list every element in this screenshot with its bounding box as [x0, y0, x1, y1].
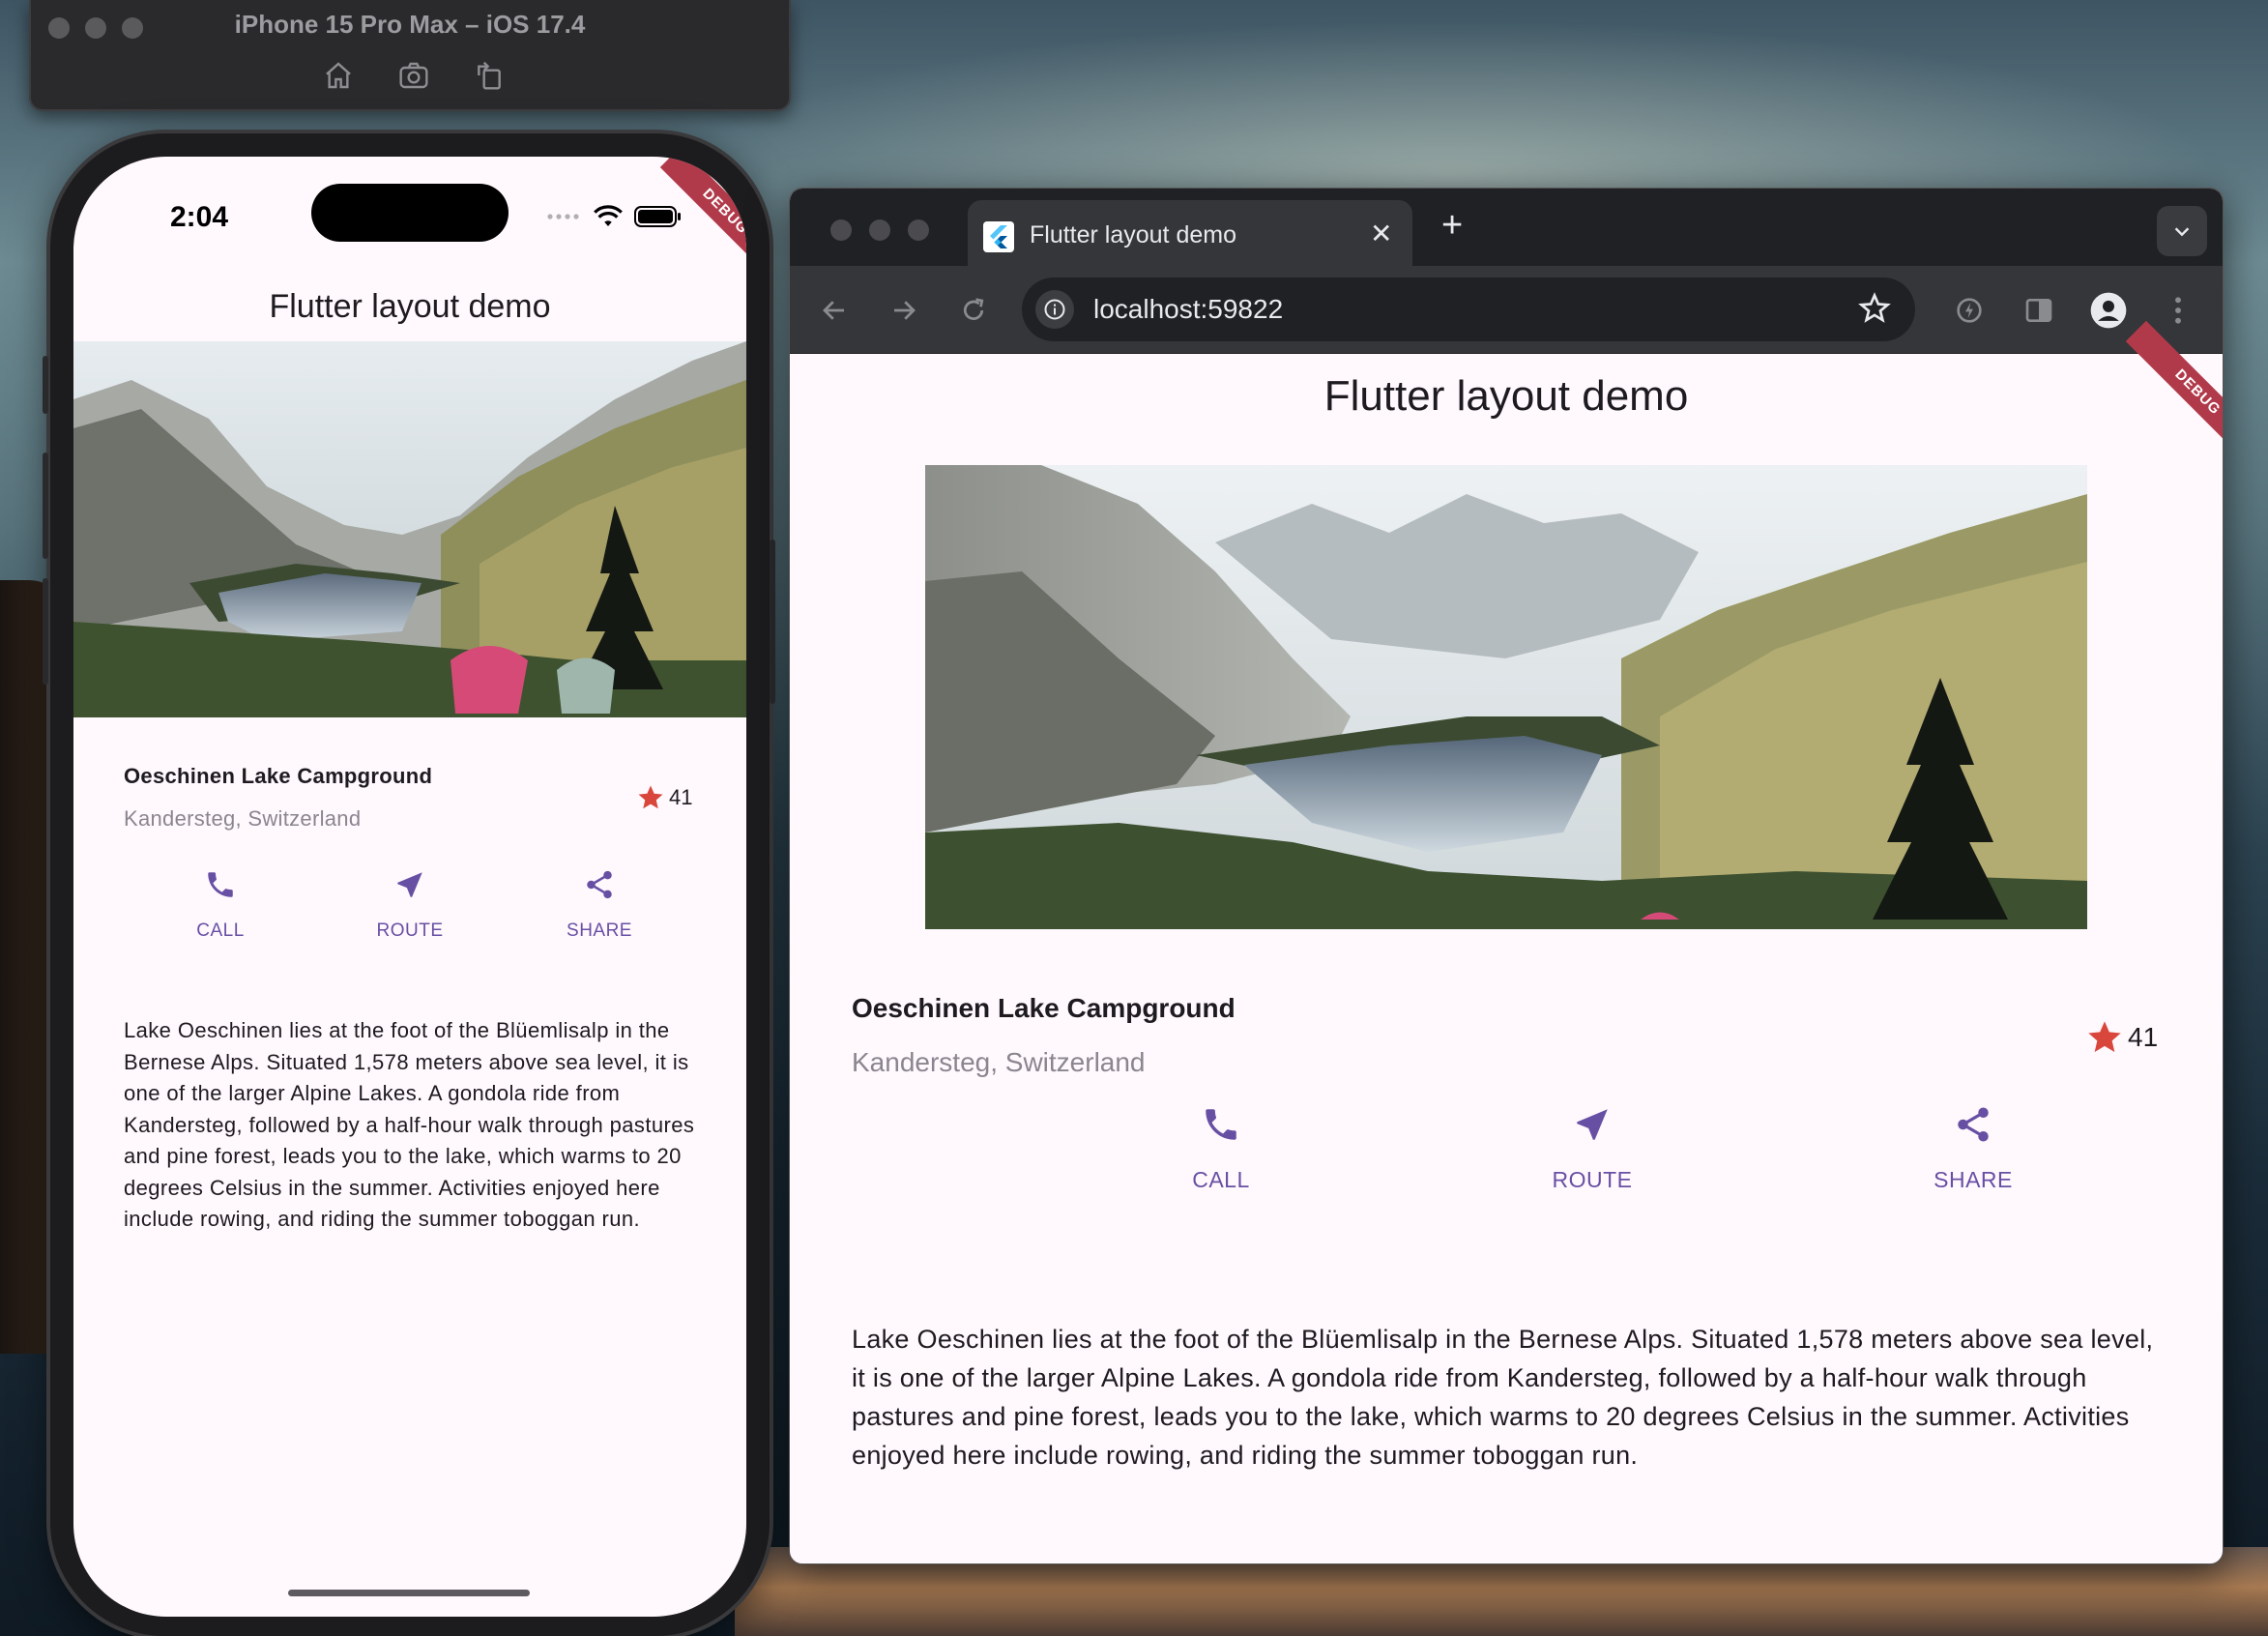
back-icon[interactable] [813, 289, 856, 332]
site-info-icon[interactable] [1035, 290, 1074, 329]
home-indicator[interactable] [288, 1590, 530, 1596]
favorite-widget[interactable]: 41 [2085, 1018, 2158, 1057]
favorite-count: 41 [2128, 1022, 2159, 1052]
tab-search-chevron-icon[interactable] [2157, 206, 2207, 256]
route-label: ROUTE [1552, 1167, 1633, 1192]
web-page: DEBUG Flutter layout demo Oeschinen Lake… [790, 320, 2223, 1563]
status-time: 2:04 [170, 201, 229, 233]
status-icons [547, 205, 683, 228]
signal-icon [547, 214, 579, 219]
app-bar-title: Flutter layout demo [269, 288, 551, 325]
favorite-widget[interactable]: 41 [636, 783, 692, 812]
volume-down-button [43, 578, 48, 685]
phone-icon [143, 862, 298, 907]
description-text: Lake Oeschinen lies at the foot of the B… [124, 1018, 695, 1231]
call-label: CALL [196, 920, 245, 941]
place-title: Oeschinen Lake Campground [124, 764, 433, 788]
call-label: CALL [1192, 1167, 1250, 1192]
zoom-window-button[interactable] [908, 219, 929, 241]
iphone-simulator: 2:04 DEBUG Flutter layout demo Oeschinen… [43, 133, 775, 1636]
performance-icon[interactable] [1948, 289, 1991, 332]
share-button[interactable]: SHARE [1876, 1097, 2070, 1193]
near-me-icon [333, 862, 487, 907]
phone-icon [1124, 1097, 1318, 1152]
tab-strip: Flutter layout demo ✕ + [790, 189, 2223, 268]
near-me-icon [1496, 1097, 1689, 1152]
lake-image [925, 465, 2087, 929]
tab-flutter-layout-demo[interactable]: Flutter layout demo ✕ [968, 200, 1412, 268]
browser-toolbar: localhost:59822 [790, 266, 2223, 354]
simulator-title: iPhone 15 Pro Max – iOS 17.4 [234, 10, 586, 39]
side-button [770, 540, 775, 704]
favorite-count: 41 [669, 785, 693, 809]
wifi-icon [594, 205, 623, 226]
place-subtitle: Kandersteg, Switzerland [852, 1047, 1146, 1077]
phone-screen: 2:04 DEBUG Flutter layout demo Oeschinen… [73, 157, 746, 1617]
route-button[interactable]: ROUTE [1496, 1097, 1689, 1193]
route-label: ROUTE [376, 920, 444, 941]
profile-avatar-icon[interactable] [2087, 289, 2130, 332]
star-icon[interactable] [636, 783, 665, 812]
share-icon [1876, 1097, 2070, 1152]
close-window-button[interactable] [830, 219, 852, 241]
share-label: SHARE [567, 920, 632, 941]
battery-icon [634, 206, 681, 227]
volume-up-button [43, 453, 48, 559]
action-button [43, 356, 48, 414]
call-button[interactable]: CALL [143, 862, 298, 942]
share-button[interactable]: SHARE [522, 862, 677, 942]
address-bar[interactable]: localhost:59822 [1022, 278, 1915, 341]
share-label: SHARE [1934, 1167, 2013, 1192]
window-controls [830, 219, 929, 241]
screenshot-icon[interactable] [396, 58, 431, 93]
flutter-favicon-icon [983, 221, 1014, 252]
description-text: Lake Oeschinen lies at the foot of the B… [852, 1325, 2154, 1470]
dynamic-island [311, 184, 509, 242]
lake-image [73, 341, 746, 717]
home-icon[interactable] [321, 58, 356, 93]
close-tab-icon[interactable]: ✕ [1370, 218, 1392, 249]
reload-icon[interactable] [952, 289, 995, 332]
call-button[interactable]: CALL [1124, 1097, 1318, 1193]
forward-icon[interactable] [883, 289, 925, 332]
place-subtitle: Kandersteg, Switzerland [124, 806, 362, 831]
tab-title: Flutter layout demo [1030, 221, 1236, 248]
side-panel-icon[interactable] [2018, 289, 2060, 332]
route-button[interactable]: ROUTE [333, 862, 487, 942]
minimize-window-button[interactable] [869, 219, 890, 241]
app-bar-title: Flutter layout demo [1323, 372, 1689, 420]
rotate-icon[interactable] [472, 58, 507, 93]
share-icon [522, 862, 677, 907]
simulator-toolbar: iPhone 15 Pro Max – iOS 17.4 [29, 0, 791, 111]
more-menu-icon[interactable] [2157, 289, 2199, 332]
chrome-window: Flutter layout demo ✕ + localhost:59822 [789, 188, 2224, 1564]
new-tab-icon[interactable]: + [1441, 207, 1463, 244]
url-text[interactable]: localhost:59822 [1093, 294, 1283, 325]
star-icon[interactable] [2085, 1018, 2124, 1057]
place-title: Oeschinen Lake Campground [852, 993, 1236, 1023]
bookmark-star-icon[interactable] [1857, 291, 1892, 331]
